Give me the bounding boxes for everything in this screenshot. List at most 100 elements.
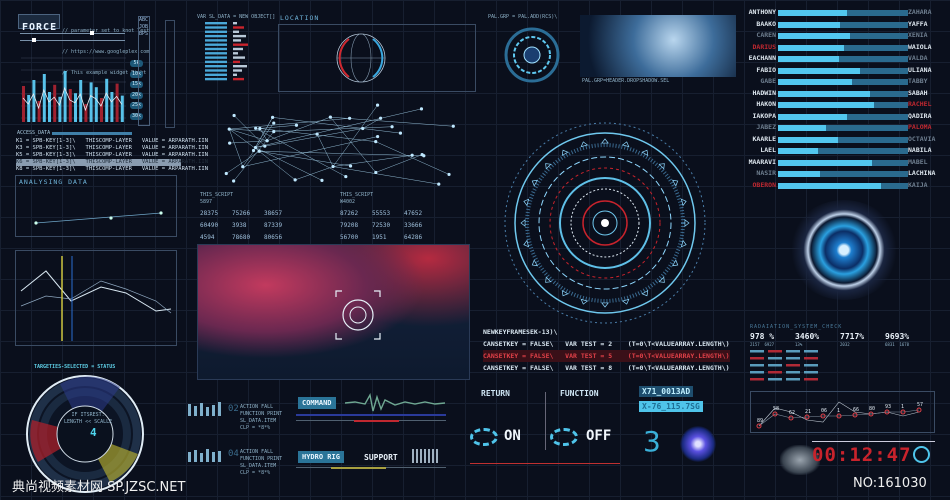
force-bar — [48, 92, 51, 122]
indicator-bar — [750, 364, 764, 367]
graph-edge — [255, 108, 422, 148]
name-left: KAARLE — [752, 134, 776, 143]
var-bar — [233, 30, 239, 33]
command-button[interactable]: COMMAND — [298, 397, 336, 409]
chart-label: 1 — [837, 408, 840, 414]
access-row: K3 = SPB-KEY[1-3]\ THISCOMP-LAYER VALUE … — [16, 145, 209, 151]
command-track[interactable] — [296, 420, 446, 422]
name-left: FABIO — [756, 65, 776, 74]
graph-edge — [332, 166, 439, 185]
graph-node — [348, 116, 352, 120]
var-bar — [233, 77, 244, 81]
var-bar — [205, 73, 227, 76]
graph-edge — [226, 151, 260, 174]
name-bar-track — [778, 90, 908, 97]
name-right: WAIOLA — [908, 42, 932, 51]
force-bar — [120, 95, 124, 122]
force-scale — [165, 20, 175, 128]
chart-label: 58 — [773, 406, 779, 412]
radar-triangle — [531, 259, 539, 267]
var-bar — [205, 65, 227, 68]
force-slider-1[interactable] — [20, 31, 125, 35]
name-bar-fill — [778, 44, 845, 51]
support-label[interactable]: SUPPORT — [364, 453, 398, 462]
control-timeline[interactable] — [470, 463, 620, 464]
graph-node — [265, 139, 269, 143]
code-line: NEWKEYFRAMESEK-13)\ — [483, 328, 558, 336]
var-bar — [205, 34, 227, 38]
var-bar — [205, 43, 227, 46]
chart-label: 80 — [869, 406, 875, 412]
script-value: 28375 — [200, 210, 219, 217]
var-bar — [205, 22, 227, 25]
name-bar-row: LAEL NABILA — [738, 146, 938, 157]
name-right: YAFFA — [908, 19, 928, 28]
name-bar-row: KAARLE OCTAVIA — [738, 135, 938, 146]
map-view[interactable] — [197, 244, 470, 380]
name-right: KAIJA — [908, 180, 928, 189]
globe-icon — [336, 33, 386, 83]
target-inner-text: IF ITSREST: LENGTH << SCALLE — [64, 412, 113, 425]
chart-label: 57 — [917, 402, 923, 408]
name-right: MABEL — [908, 157, 928, 166]
var-bar — [233, 39, 241, 42]
indicator-bar — [750, 357, 764, 360]
name-right: OCTAVIA — [908, 134, 936, 143]
radiation-subvalue: 13% — [795, 342, 803, 347]
force-bar — [22, 86, 25, 122]
off-toggle-label[interactable]: OFF — [586, 428, 611, 444]
name-bar-fill — [778, 33, 850, 39]
graph-node — [272, 121, 276, 125]
names-bar-list: ANTHONY ZAHARA BAAKO YAFFA CAREN XENIA DARIUS W… — [738, 8, 948, 193]
return-toggle-icon[interactable] — [470, 428, 498, 446]
var-bar — [233, 73, 237, 76]
code-line: CANSETKEY = FALSE\ VAR TEST = 8 (T=0\T<V… — [483, 364, 730, 372]
chart-point — [756, 423, 762, 429]
graph-node — [224, 171, 228, 176]
script-value: 4594 — [200, 234, 215, 241]
indicator-bar — [786, 357, 800, 360]
target-number: 4 — [90, 426, 97, 439]
graph-node — [263, 144, 267, 148]
hydro-rig-button[interactable]: HYDRO RIG — [298, 451, 344, 463]
digit-display: 3 — [643, 425, 661, 458]
graph-node — [227, 127, 231, 131]
force-bar — [74, 93, 77, 122]
graph-edge — [375, 141, 450, 175]
graph-node — [232, 113, 236, 118]
force-bar — [27, 95, 31, 122]
var-bar — [205, 52, 227, 55]
var-bar — [205, 56, 227, 59]
radar-triangle — [580, 298, 589, 305]
support-track[interactable] — [296, 467, 446, 469]
radar-triangle — [545, 163, 552, 170]
name-bar-fill — [778, 182, 881, 189]
graph-node — [232, 179, 236, 183]
name-bar-row: MAARAVI MABEL — [738, 158, 938, 169]
name-left: BAAKO — [756, 19, 776, 28]
return-label: RETURN — [481, 389, 510, 398]
name-left: GABE — [760, 77, 776, 85]
script-row: 28375 75266 38657 87262 55553 47652 — [200, 210, 470, 220]
script-value: 87262 — [340, 210, 359, 217]
function-toggle-icon[interactable] — [550, 428, 578, 446]
side-tag: BPS — [139, 31, 149, 37]
name-right: TABBY — [908, 77, 928, 85]
script-row: 60490 3938 87339 79208 72530 33666 — [200, 222, 470, 232]
energy-orb-icon — [680, 426, 716, 462]
name-right: RACHEL — [908, 100, 932, 108]
graph-node — [257, 149, 261, 153]
var-bar — [233, 69, 242, 72]
chart-label: 21 — [805, 409, 811, 415]
name-bar-track — [778, 56, 908, 62]
force-bar — [94, 87, 98, 122]
name-bar-row: OBERON KAIJA — [738, 181, 938, 192]
script-value: 64286 — [404, 234, 423, 241]
graph-node — [376, 134, 380, 139]
on-toggle-label[interactable]: ON — [504, 428, 521, 444]
force-slider-2[interactable] — [20, 38, 125, 42]
analysing-title: ANALYSING DATA — [19, 178, 88, 186]
indicator-bar — [804, 357, 818, 360]
name-bar-fill — [778, 136, 838, 143]
name-bar-row: IAKOPA QADIRA — [738, 112, 938, 123]
